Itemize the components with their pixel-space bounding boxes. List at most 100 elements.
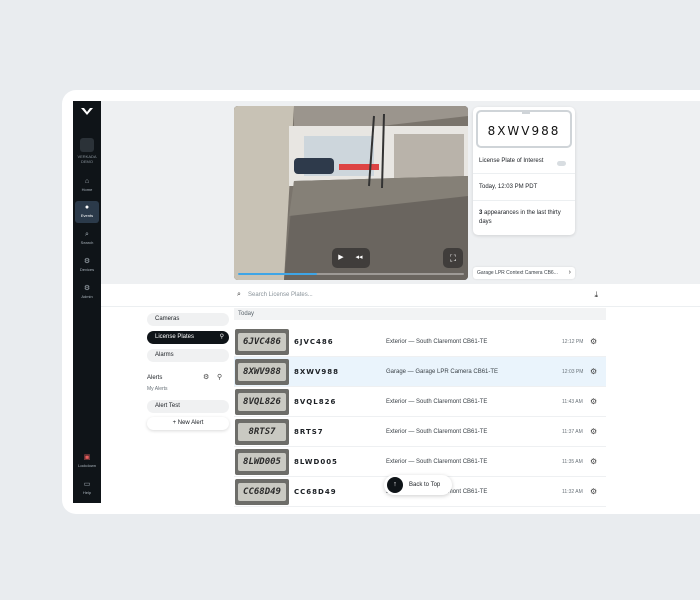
chevron-right-icon: ›: [568, 269, 571, 276]
admin-icon: ⚙: [83, 285, 91, 292]
filter-cameras[interactable]: Cameras: [147, 313, 229, 326]
back-to-top-label: Back to Top: [409, 482, 441, 488]
back-to-top-button[interactable]: ↑ Back to Top: [384, 475, 452, 495]
plate-number: 8LWD005: [294, 458, 338, 466]
alerts-header: Alerts ⚙ ⚲: [147, 372, 229, 384]
table-row[interactable]: 6JVC486 6JVC486 Exterior — South Claremo…: [234, 327, 606, 357]
pin-icon[interactable]: ⚲: [217, 372, 222, 384]
nav-item-devices[interactable]: ⚙ Devices: [75, 255, 99, 277]
video-controls: ▶ ◂◂: [332, 248, 370, 268]
gear-icon[interactable]: ⚙: [590, 387, 597, 417]
thumb-plate-text: 6JVC486: [238, 333, 286, 351]
gear-icon[interactable]: ⚙: [590, 357, 597, 387]
plate-clip: [522, 110, 530, 114]
search-icon: ⌕: [85, 231, 89, 238]
appearances-text: appearances in the last thirty days: [479, 210, 561, 225]
arrow-up-icon: ↑: [387, 477, 403, 493]
interest-toggle[interactable]: [557, 161, 566, 166]
plate-thumbnail: 8RTS7: [235, 419, 289, 445]
org-name: VERKADA DEMO: [77, 154, 97, 164]
alert-test-item[interactable]: Alert Test: [147, 400, 229, 413]
fullscreen-icon[interactable]: ⛶: [443, 248, 463, 268]
plate-number: 8XWV988: [487, 124, 561, 138]
thumb-plate-text: 8RTS7: [238, 423, 286, 441]
video-progress-bar[interactable]: [238, 273, 464, 275]
download-icon[interactable]: ⤓: [594, 288, 598, 302]
license-plate-image: 8XWV988: [476, 110, 572, 148]
appearances-count: 3: [479, 210, 483, 216]
help-icon: ▭: [83, 481, 91, 488]
thumb-plate-text: 8VQL826: [238, 393, 286, 411]
verkada-logo-icon[interactable]: [80, 107, 94, 117]
plate-thumbnail: 6JVC486: [235, 329, 289, 355]
filter-alarms[interactable]: Alarms: [147, 349, 229, 362]
video-player[interactable]: ▶ ◂◂ ⛶: [234, 106, 468, 280]
divider: [473, 173, 575, 174]
nav-item-label: Admin: [81, 294, 93, 299]
event-time: 11:37 AM: [562, 429, 583, 435]
left-nav: VERKADA DEMO ⌂ Home ● Events ⌕ Search ⚙ …: [73, 101, 101, 503]
plate-number: 6JVC486: [294, 338, 334, 346]
plate-thumbnail: 8LWD005: [235, 449, 289, 475]
plate-number: 8RTS7: [294, 428, 324, 436]
nav-item-admin[interactable]: ⚙ Admin: [75, 282, 99, 304]
camera-location: Exterior — South Claremont CB61-TE: [386, 399, 488, 405]
gear-icon[interactable]: ⚙: [590, 477, 597, 507]
org-avatar[interactable]: [80, 138, 94, 152]
pin-icon[interactable]: ⚲: [220, 331, 224, 344]
table-row[interactable]: 8RTS7 8RTS7 Exterior — South Claremont C…: [234, 417, 606, 447]
plate-thumbnail: CC68D49: [235, 479, 289, 505]
filter-license-plates[interactable]: License Plates ⚲: [147, 331, 229, 344]
nav-item-label: Devices: [79, 267, 95, 272]
camera-location: Garage — Garage LPR Camera CB61-TE: [386, 369, 499, 375]
bell-icon: ●: [84, 204, 90, 211]
play-icon[interactable]: ▶: [332, 248, 350, 268]
nav-item-label: Lockdown: [77, 463, 96, 468]
video-panel: ▶ ◂◂ ⛶ 8XWV988 License Plate of Interest …: [101, 101, 700, 284]
event-time: 11:32 AM: [562, 489, 583, 495]
app-window: VERKADA DEMO ⌂ Home ● Events ⌕ Search ⚙ …: [62, 90, 700, 514]
plate-info-card: 8XWV988 License Plate of Interest Today,…: [473, 107, 575, 235]
volume-icon[interactable]: ◂◂: [350, 248, 368, 268]
camera-location: Exterior — South Claremont CB61-TE: [386, 459, 488, 465]
filter-label: License Plates: [155, 334, 195, 340]
nav-item-lockdown[interactable]: ▣ Lockdown: [75, 451, 99, 473]
search-icon: ⌕: [237, 291, 241, 298]
table-row[interactable]: 8VQL826 8VQL826 Exterior — South Claremo…: [234, 387, 606, 417]
nav-item-home[interactable]: ⌂ Home: [75, 175, 99, 197]
camera-link-label: Garage LPR Context Camera CB6...: [477, 270, 558, 276]
plate-number: CC68D49: [294, 488, 337, 496]
gear-icon[interactable]: ⚙: [203, 372, 209, 384]
search-input[interactable]: Search License Plates...: [248, 288, 313, 302]
gear-icon[interactable]: ⚙: [590, 327, 597, 357]
lock-icon: ▣: [83, 454, 91, 461]
gear-icon[interactable]: ⚙: [590, 447, 597, 477]
camera-location: Exterior — South Claremont CB61-TE: [386, 429, 488, 435]
nav-item-search[interactable]: ⌕ Search: [75, 228, 99, 250]
thumb-plate-text: CC68D49: [238, 483, 286, 501]
home-icon: ⌂: [84, 178, 90, 185]
video-progress-fill: [238, 273, 318, 275]
event-time: 11:35 AM: [562, 459, 583, 465]
event-time: 12:12 PM: [562, 339, 584, 345]
divider: [473, 200, 575, 201]
section-header-today: Today: [234, 308, 606, 320]
event-time: 12:03 PM: [562, 369, 584, 375]
nav-item-label: Events: [80, 213, 94, 218]
plate-number: 8XWV988: [294, 368, 340, 376]
nav-item-events[interactable]: ● Events: [75, 201, 99, 223]
plate-number: 8VQL826: [294, 398, 337, 406]
camera-link[interactable]: Garage LPR Context Camera CB6... ›: [473, 267, 575, 279]
nav-item-help[interactable]: ▭ Help: [75, 478, 99, 500]
new-alert-button[interactable]: + New Alert: [147, 417, 229, 430]
search-bar[interactable]: ⌕ Search License Plates... ⤓: [234, 288, 606, 302]
event-time: 11:43 AM: [562, 399, 583, 405]
table-row[interactable]: 8XWV988 8XWV988 Garage — Garage LPR Came…: [234, 357, 606, 387]
plate-thumbnail: 8XWV988: [235, 359, 289, 385]
table-row[interactable]: 8LWD005 8LWD005 Exterior — South Claremo…: [234, 447, 606, 477]
thumb-plate-text: 8LWD005: [238, 453, 286, 471]
nav-item-label: Help: [82, 490, 92, 495]
plate-thumbnail: 8VQL826: [235, 389, 289, 415]
gear-icon[interactable]: ⚙: [590, 417, 597, 447]
appearances-info: 3 appearances in the last thirty days: [479, 209, 571, 227]
